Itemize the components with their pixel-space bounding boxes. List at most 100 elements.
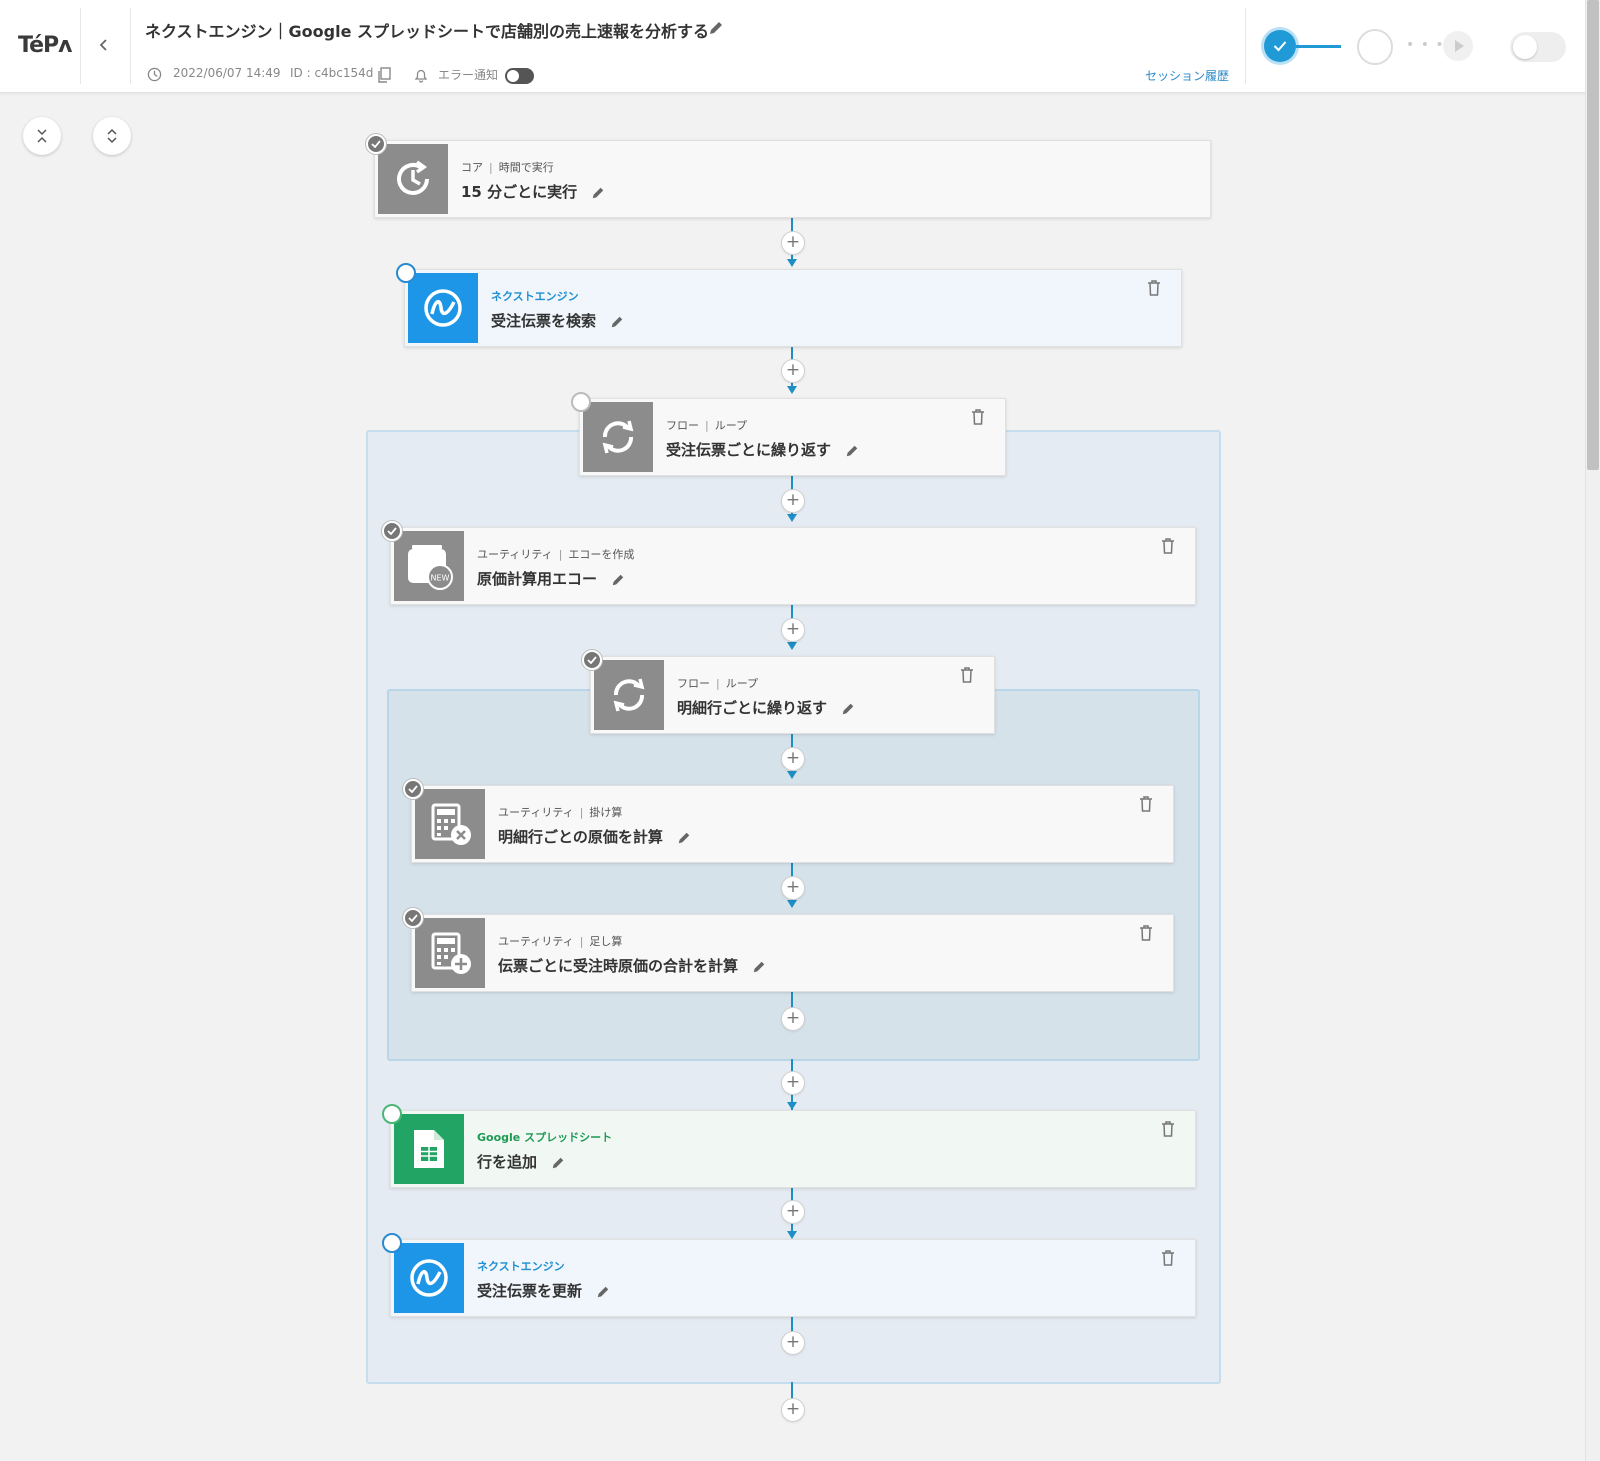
- step-done-badge: [382, 521, 402, 541]
- step-name: 受注伝票を更新: [477, 1280, 610, 1301]
- step-configured-indicator[interactable]: [1264, 30, 1296, 62]
- step-name: 行を追加: [477, 1151, 565, 1172]
- edit-icon[interactable]: [591, 186, 605, 200]
- connector-arrow: [787, 900, 797, 908]
- trash-icon[interactable]: [1161, 1250, 1175, 1266]
- connector-arrow: [787, 386, 797, 394]
- step-card-google-sheets[interactable]: Google スプレッドシート 行を追加: [382, 1104, 1196, 1188]
- edit-icon[interactable]: [841, 702, 855, 716]
- expand-icon: [107, 128, 117, 144]
- play-icon[interactable]: [1443, 31, 1473, 61]
- trash-icon[interactable]: [960, 667, 974, 683]
- step-done-badge: [403, 779, 423, 799]
- trash-icon[interactable]: [1161, 538, 1175, 554]
- edit-title-icon[interactable]: [708, 20, 724, 36]
- add-step-button[interactable]: +: [781, 1331, 805, 1355]
- back-button[interactable]: [94, 34, 114, 56]
- calculator-add-icon: [415, 918, 485, 988]
- connector-arrow: [787, 1102, 797, 1110]
- expand-all-button[interactable]: [93, 117, 131, 155]
- add-step-button[interactable]: +: [781, 231, 805, 255]
- connector-arrow: [787, 259, 797, 267]
- step-card-nextengine-search[interactable]: ネクストエンジン 受注伝票を検索: [396, 263, 1182, 347]
- step-card-nextengine-update[interactable]: ネクストエンジン 受注伝票を更新: [382, 1233, 1196, 1317]
- step-name: 受注伝票を検索: [491, 310, 624, 331]
- edit-icon[interactable]: [551, 1156, 565, 1170]
- step-card-loop-orders[interactable]: フロー | ループ 受注伝票ごとに繰り返す: [571, 392, 1006, 476]
- connector-arrow: [787, 1231, 797, 1239]
- scrollbar-thumb[interactable]: [1587, 0, 1599, 470]
- step-card-echo[interactable]: NEW ユーティリティ | エコーを作成 原価計算用エコー: [382, 521, 1196, 605]
- connector-arrow: [787, 642, 797, 650]
- trash-icon[interactable]: [1139, 925, 1153, 941]
- loop-icon: [594, 660, 664, 730]
- step-name: 明細行ごとに繰り返す: [677, 697, 855, 718]
- add-step-button[interactable]: +: [781, 1007, 805, 1031]
- flow-title: ネクストエンジン｜Google スプレッドシートで店舗別の売上速報を分析する: [145, 22, 709, 41]
- step-card-trigger[interactable]: コア | 時間で実行 15 分ごとに実行: [366, 134, 1211, 218]
- trash-icon[interactable]: [1147, 280, 1161, 296]
- google-sheets-icon: [394, 1114, 464, 1184]
- clock-icon: [378, 144, 448, 214]
- edit-icon[interactable]: [845, 444, 859, 458]
- step-name: 明細行ごとの原価を計算: [498, 826, 691, 847]
- check-icon: [408, 914, 418, 922]
- add-step-button[interactable]: +: [781, 359, 805, 383]
- add-step-button[interactable]: +: [781, 1398, 805, 1422]
- step-category: ユーティリティ | 掛け算: [498, 806, 623, 819]
- step-service: ネクストエンジン: [491, 290, 579, 303]
- nextengine-icon: [408, 273, 478, 343]
- step-done-badge: [403, 908, 423, 928]
- calculator-multiply-icon: [415, 789, 485, 859]
- trash-icon[interactable]: [1161, 1121, 1175, 1137]
- add-step-button[interactable]: +: [781, 1071, 805, 1095]
- step-service: Google スプレッドシート: [477, 1131, 613, 1144]
- trash-icon[interactable]: [1139, 796, 1153, 812]
- step-name: 原価計算用エコー: [477, 568, 625, 589]
- edit-icon[interactable]: [611, 573, 625, 587]
- add-step-button[interactable]: +: [781, 618, 805, 642]
- bell-icon: [414, 69, 428, 83]
- connector-arrow: [787, 514, 797, 522]
- collapse-all-button[interactable]: [23, 117, 61, 155]
- check-icon: [371, 140, 381, 148]
- edit-icon[interactable]: [596, 1285, 610, 1299]
- flow-id: ID : c4bc154d: [290, 66, 374, 80]
- add-step-button[interactable]: +: [781, 747, 805, 771]
- error-notify-toggle[interactable]: [505, 68, 534, 84]
- step-progress-line: [1296, 45, 1341, 48]
- connector-arrow: [787, 771, 797, 779]
- divider: [80, 8, 81, 84]
- step-name: 受注伝票ごとに繰り返す: [666, 439, 859, 460]
- session-history-link[interactable]: セッション履歴: [1145, 67, 1229, 84]
- edit-icon[interactable]: [752, 960, 766, 974]
- edit-icon[interactable]: [610, 315, 624, 329]
- step-pending-badge: [382, 1104, 402, 1124]
- step-card-add[interactable]: ユーティリティ | 足し算 伝票ごとに受注時原価の合計を計算: [403, 908, 1174, 992]
- step-name: 伝票ごとに受注時原価の合計を計算: [498, 955, 766, 976]
- step-category: コア | 時間で実行: [461, 161, 554, 174]
- step-category: ユーティリティ | エコーを作成: [477, 548, 635, 561]
- trash-icon[interactable]: [971, 409, 985, 425]
- step-card-multiply[interactable]: ユーティリティ | 掛け算 明細行ごとの原価を計算: [403, 779, 1174, 863]
- divider: [130, 8, 131, 84]
- loop-icon: [583, 402, 653, 472]
- nextengine-icon: [394, 1243, 464, 1313]
- step-category: ユーティリティ | 足し算: [498, 935, 623, 948]
- add-step-button[interactable]: +: [781, 489, 805, 513]
- copy-icon[interactable]: [377, 67, 391, 83]
- add-step-button[interactable]: +: [781, 876, 805, 900]
- app-logo[interactable]: TéPᴧ: [18, 33, 72, 58]
- check-icon: [408, 785, 418, 793]
- step-done-badge: [366, 134, 386, 154]
- new-echo-icon: NEW: [394, 531, 464, 601]
- step-test-indicator[interactable]: [1357, 29, 1393, 65]
- step-card-loop-line-items[interactable]: フロー | ループ 明細行ごとに繰り返す: [582, 650, 995, 734]
- step-name: 15 分ごとに実行: [461, 181, 605, 202]
- error-notify-label: エラー通知: [438, 68, 499, 82]
- edit-icon[interactable]: [677, 831, 691, 845]
- step-category: フロー | ループ: [677, 677, 759, 690]
- add-step-button[interactable]: +: [781, 1200, 805, 1224]
- flow-active-toggle[interactable]: [1510, 32, 1566, 62]
- step-pending-badge: [382, 1233, 402, 1253]
